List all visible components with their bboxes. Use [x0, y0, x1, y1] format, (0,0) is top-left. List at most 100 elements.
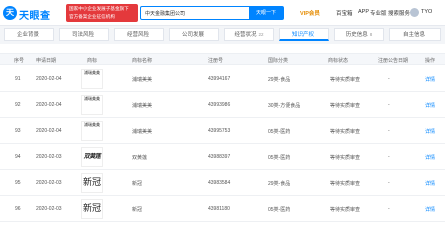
table-row: 96 2020-02-03 新冠 43981180 05类-医药 等待实质审查 - 详情 新冠: [0, 196, 445, 222]
row-status: 等待实质审查: [330, 77, 361, 83]
row-pub-date: -: [388, 154, 390, 160]
col-mark: 商标: [87, 58, 98, 64]
col-index: 序号: [14, 58, 25, 64]
row-index: 94: [15, 154, 21, 160]
row-reg-no: 43981180: [208, 206, 230, 212]
row-mark-name: 新冠: [132, 207, 143, 213]
row-pub-date: -: [388, 102, 390, 108]
search-box: 天眼一下: [140, 6, 284, 20]
nav-app[interactable]: APP: [358, 9, 369, 15]
row-status: 等待实质审查: [330, 181, 361, 187]
row-apply-date: 2020-02-04: [36, 128, 62, 134]
table-row: 94 2020-02-03 双黄莲 43988397 05类-医药 等待实质审查 - 详情 双黄…: [0, 144, 445, 170]
row-detail-link[interactable]: 详情: [425, 102, 435, 109]
nav-user[interactable]: TYO: [421, 9, 432, 15]
row-reg-no: 43988397: [208, 154, 231, 160]
search-input[interactable]: [141, 7, 249, 19]
row-detail-link[interactable]: 详情: [425, 154, 435, 161]
row-mark-name: 浦瑞美美: [132, 103, 153, 109]
row-status: 等待实质审查: [330, 207, 361, 213]
top-header: 天 天眼查 国家中小企业发展子基金旗下 官方备案企业征信机构 天眼一下 VIP会…: [0, 0, 445, 26]
search-button[interactable]: 天眼一下: [249, 7, 283, 19]
tab-judicial-risk[interactable]: 司法风险: [59, 28, 109, 41]
row-reg-no: 43994167: [208, 76, 231, 82]
row-detail-link[interactable]: 详情: [425, 180, 435, 187]
row-intl-class: 29类-食品: [268, 181, 291, 187]
trademark-image[interactable]: 新冠: [81, 173, 103, 193]
row-reg-no: 43993986: [208, 102, 231, 108]
user-avatar[interactable]: [410, 8, 419, 17]
row-index: 95: [15, 180, 21, 186]
trademark-glyph: 浦瑞美美: [84, 96, 100, 101]
tab-label: 企业背景: [16, 32, 39, 38]
tab-count: 22: [258, 32, 264, 37]
row-detail-link[interactable]: 详情: [425, 206, 435, 213]
row-apply-date: 2020-02-04: [36, 76, 62, 82]
nav-search-service[interactable]: 搜索服务: [388, 9, 410, 17]
row-pub-date: -: [388, 180, 390, 186]
logo-text: 天眼查: [19, 11, 51, 22]
row-detail-link[interactable]: 详情: [425, 76, 435, 83]
trademark-glyph: 新冠: [82, 204, 101, 214]
row-index: 92: [15, 102, 21, 108]
table-row: 93 2020-02-04 浦瑞美美 43995753 05类-医药 等待实质审查 - 详情 浦…: [0, 118, 445, 144]
row-pub-date: -: [388, 206, 390, 212]
trademark-glyph: 双黄莲: [83, 153, 101, 160]
row-apply-date: 2020-02-03: [36, 154, 62, 160]
logo-icon: 天: [3, 6, 17, 20]
row-detail-link[interactable]: 详情: [425, 128, 435, 135]
row-reg-no: 43983584: [208, 180, 231, 186]
row-pub-date: -: [388, 128, 390, 134]
table-row: 91 2020-02-04 浦瑞美美 43994167 29类-食品 等待实质审查 - 详情 浦…: [0, 66, 445, 92]
col-apply-date: 申请日期: [36, 58, 57, 64]
tab-label: 经营状况: [234, 32, 257, 38]
row-mark-name: 浦瑞美美: [132, 77, 153, 83]
row-status: 等待实质审查: [330, 155, 361, 161]
tab-label: 自主信息: [402, 32, 425, 38]
trademark-glyph: 新冠: [82, 178, 101, 188]
trademark-glyph: 浦瑞美美: [84, 70, 100, 75]
row-intl-class: 05类-医药: [268, 129, 291, 135]
row-index: 91: [15, 76, 21, 82]
row-mark-name: 新冠: [132, 181, 143, 187]
row-apply-date: 2020-02-03: [36, 206, 62, 212]
col-status: 商标状态: [328, 58, 349, 64]
tab-operating-status[interactable]: 经营状况 22: [224, 28, 274, 41]
row-reg-no: 43995753: [208, 128, 231, 134]
trademark-image[interactable]: 新冠: [81, 199, 103, 219]
row-index: 93: [15, 128, 21, 134]
tab-count: 8: [369, 32, 373, 37]
tab-label: 经营风险: [126, 32, 149, 38]
section-tabs: 企业背景 司法风险 经营风险 公司发展 经营状况 22 知识产权 历史信息 8 自主…: [0, 28, 445, 42]
trademark-image[interactable]: 浦瑞美美: [81, 69, 103, 89]
tab-history[interactable]: 历史信息 8: [334, 28, 384, 41]
row-status: 等待实质审查: [330, 129, 361, 135]
tab-business-risk[interactable]: 经营风险: [114, 28, 164, 41]
col-reg-no: 注册号: [208, 58, 224, 64]
row-apply-date: 2020-02-03: [36, 180, 62, 186]
nav-pro[interactable]: 专业版: [370, 9, 387, 17]
promo-banner[interactable]: 国家中小企业发展子基金旗下 官方备案企业征信机构: [66, 4, 138, 22]
nav-toolbox[interactable]: 百宝箱: [336, 9, 353, 17]
tab-label: 公司发展: [181, 32, 204, 38]
row-intl-class: 05类-医药: [268, 155, 291, 161]
row-apply-date: 2020-02-04: [36, 102, 62, 108]
row-intl-class: 29类-食品: [268, 77, 291, 83]
trademark-image[interactable]: 浦瑞美美: [81, 95, 103, 115]
row-mark-name: 双黄莲: [132, 155, 148, 161]
site-logo[interactable]: 天 天眼查: [3, 5, 63, 22]
trademark-image[interactable]: 浦瑞美美: [81, 121, 103, 141]
row-status: 等待实质审查: [330, 103, 361, 109]
promo-line-2: 官方备案企业征信机构: [69, 14, 115, 19]
tab-company-development[interactable]: 公司发展: [169, 28, 219, 41]
trademark-image[interactable]: 双黄莲: [81, 147, 103, 167]
row-intl-class: 30类-方便食品: [268, 103, 301, 109]
tab-label: 司法风险: [71, 32, 94, 38]
row-mark-name: 浦瑞美美: [132, 129, 153, 135]
tab-company-background[interactable]: 企业背景: [4, 28, 54, 41]
tab-intellectual-property[interactable]: 知识产权: [279, 28, 329, 41]
tab-self-info[interactable]: 自主信息: [389, 28, 441, 41]
nav-vip[interactable]: VIP会员: [300, 9, 320, 17]
table-row: 95 2020-02-03 新冠 43983584 29类-食品 等待实质审查 - 详情 新冠: [0, 170, 445, 196]
row-pub-date: -: [388, 76, 390, 82]
